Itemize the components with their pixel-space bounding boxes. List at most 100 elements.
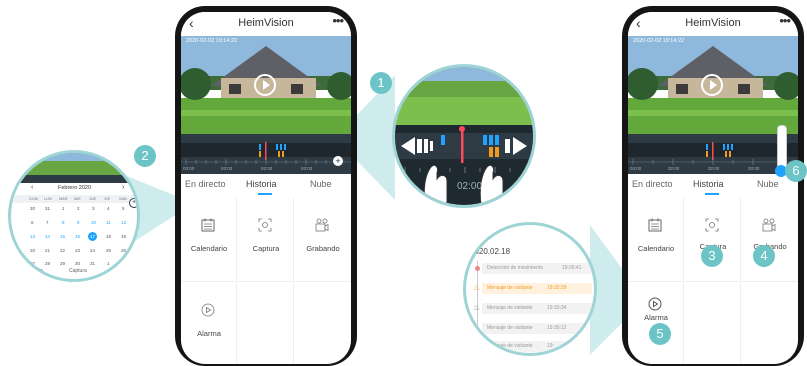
timeline-tick: 03:00 — [183, 166, 195, 171]
playback-timeline[interactable]: 03:00 02:00 02:00 03:00 — [628, 134, 798, 174]
calendar-day[interactable]: 31 — [45, 206, 50, 211]
calendar-day[interactable]: 25 — [106, 248, 111, 253]
weekday-label: LUN — [44, 197, 52, 201]
prev-month-icon[interactable]: ‹ — [31, 184, 33, 191]
alarm-label: Alarma — [197, 329, 221, 338]
weekday-label: MIE — [74, 197, 81, 201]
calendar-day[interactable]: 9 — [77, 220, 80, 225]
right-phone-screen: ‹ HeimVision ••• 2020-02-02 19:14:22 03:… — [628, 12, 798, 364]
calendar-day[interactable]: 1 — [62, 206, 65, 211]
calendar-day[interactable]: 8 — [62, 220, 65, 225]
callout-5: 5 — [649, 323, 671, 345]
tab-cloud[interactable]: Nube — [310, 179, 332, 189]
calendar-magnifier: ‹ Febrero 2020 › DOM LUN MAR MIE JUE VIE… — [8, 150, 140, 282]
recording-button[interactable]: Grabando — [295, 198, 351, 282]
play-icon[interactable] — [701, 74, 723, 96]
alarm-item-text: Mensaje de visitante — [487, 285, 533, 291]
calendar-day[interactable]: 31 — [90, 261, 95, 266]
video-timestamp: 2020-02-02 19:14:22 — [186, 38, 238, 44]
tab-history[interactable]: Historia — [693, 179, 724, 189]
calendar-day[interactable]: 5 — [122, 206, 125, 211]
calendar-day[interactable]: 23 — [75, 248, 80, 253]
more-icon[interactable]: ••• — [779, 13, 791, 28]
calendar-day[interactable]: 2 — [122, 261, 125, 266]
calendar-label: Calendario — [190, 244, 228, 253]
recording-button[interactable]: Grabando — [742, 198, 798, 282]
timeline-magnifier: 02:00 — [392, 64, 536, 208]
play-icon[interactable] — [254, 74, 276, 96]
more-icon[interactable]: ••• — [332, 13, 344, 28]
bell-icon: ♨ — [473, 323, 481, 332]
alarm-item-time: 19:35:12 — [547, 325, 567, 331]
tab-cloud[interactable]: Nube — [757, 179, 779, 189]
empty-cell — [238, 283, 294, 364]
alarm-label: Alarma — [644, 313, 668, 322]
calendar-day[interactable]: 13 — [30, 234, 35, 239]
function-grid: Calendario Captura Grabando Alarma — [181, 198, 351, 364]
alarm-item-time: 19: — [547, 343, 554, 349]
alarm-item-time: 19:32:29 — [547, 285, 567, 291]
tab-live[interactable]: En directo — [632, 179, 673, 189]
calendar-day[interactable]: 2 — [77, 206, 80, 211]
calendar-day[interactable]: 4 — [107, 206, 110, 211]
calendar-day[interactable]: 18 — [106, 234, 111, 239]
calendar-day[interactable]: 30 — [30, 206, 35, 211]
calendar-day[interactable]: 15 — [60, 234, 65, 239]
calendar-day[interactable]: 10 — [91, 220, 96, 225]
calendar-day[interactable]: 1 — [107, 261, 110, 266]
calendar-day[interactable]: 24 — [90, 248, 95, 253]
calendar-day[interactable]: 27 — [30, 261, 35, 266]
calendar-button[interactable]: Calendario — [628, 198, 684, 282]
calendar-day[interactable]: 12 — [121, 220, 126, 225]
timeline-tick: 02:00 — [261, 166, 273, 171]
tab-history[interactable]: Historia — [246, 179, 277, 189]
alarm-item[interactable]: Mensaje de visitante 19: — [482, 341, 592, 352]
callout-4: 4 — [753, 245, 775, 267]
calendar-day[interactable]: 29 — [60, 261, 65, 266]
calendar-day[interactable]: 30 — [75, 261, 80, 266]
capture-button[interactable]: Captura — [238, 198, 294, 282]
timeline-tick: 03:00 — [630, 166, 642, 171]
left-phone-screen: ‹ HeimVision ••• 2020-02-02 19:14:22 03:… — [181, 12, 351, 364]
calendar-day[interactable]: 19 — [121, 234, 126, 239]
timeline-tick: 02:00 — [708, 166, 720, 171]
calendar-button[interactable]: Calendario — [181, 198, 237, 282]
alarm-item[interactable]: Mensaje de visitante 19:33:34 — [482, 303, 592, 314]
calendar-day[interactable]: 3 — [92, 206, 95, 211]
next-month-icon[interactable]: › — [122, 184, 124, 191]
calendar-day[interactable]: 28 — [45, 261, 50, 266]
zoom-plus-icon[interactable]: + — [333, 156, 343, 166]
bell-icon: ♨ — [473, 303, 481, 312]
tab-live[interactable]: En directo — [185, 179, 226, 189]
video-preview[interactable]: 2020-02-02 19:14:22 — [628, 36, 798, 134]
calendar-day-selected[interactable]: 17 — [88, 232, 97, 241]
alarm-button[interactable]: Alarma — [181, 283, 237, 364]
calendar-day[interactable]: 14 — [45, 234, 50, 239]
alarm-item-highlighted[interactable]: Mensaje de visitante 19:32:29 — [482, 283, 592, 294]
calendar-day[interactable]: 16 — [75, 234, 80, 239]
timeline-tick: 02:00 — [668, 166, 680, 171]
alarm-list-date: 2020.02.18 — [470, 247, 511, 256]
app-title: HeimVision — [685, 17, 741, 29]
tab-bar: En directo Historia Nube — [181, 174, 351, 196]
playback-timeline[interactable]: 03:00 03:00 02:00 03:00 + — [181, 134, 351, 174]
capture-button[interactable]: Captura — [685, 198, 741, 282]
calendar-icon — [201, 218, 215, 232]
weekday-label: MAR — [59, 197, 68, 201]
calendar-day[interactable]: 6 — [31, 220, 34, 225]
calendar-day[interactable]: 7 — [46, 220, 49, 225]
video-preview[interactable]: 2020-02-02 19:14:22 — [181, 36, 351, 134]
calendar-day[interactable]: 20 — [30, 248, 35, 253]
right-phone: ‹ HeimVision ••• 2020-02-02 19:14:22 03:… — [622, 6, 804, 366]
calendar-day[interactable]: 11 — [106, 220, 111, 225]
alarm-item[interactable]: Mensaje de visitante 19:35:12 — [482, 323, 592, 334]
callout-3: 3 — [701, 245, 723, 267]
calendar-month: Febrero 2020 — [58, 185, 92, 191]
weekday-label: JUE — [89, 197, 97, 201]
empty-cell — [295, 283, 351, 364]
calendar-day[interactable]: 26 — [121, 248, 126, 253]
calendar-footer-label: ndario — [29, 268, 43, 274]
calendar-day[interactable]: 22 — [60, 248, 65, 253]
calendar-day[interactable]: 21 — [45, 248, 50, 253]
alarm-item[interactable]: Detección de movimiento 19:26:41 — [482, 263, 592, 274]
